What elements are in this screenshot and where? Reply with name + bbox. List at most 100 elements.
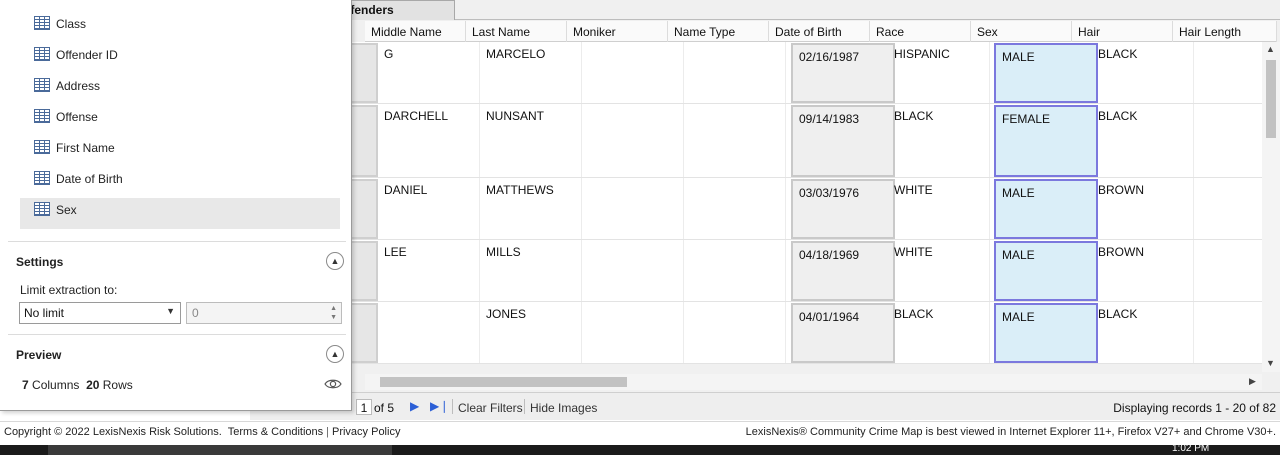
- cell-moniker[interactable]: [582, 104, 684, 177]
- cell-last[interactable]: JONES: [480, 302, 582, 363]
- page-number-input[interactable]: 1: [356, 399, 372, 415]
- cell-moniker[interactable]: [582, 302, 684, 363]
- field-item[interactable]: First Name: [20, 136, 340, 167]
- field-item[interactable]: Offender ID: [20, 43, 340, 74]
- cell-moniker[interactable]: [582, 178, 684, 239]
- table-row[interactable]: DANIEL MATTHEWS 03/03/1976 WHITE MALE BROWN: [352, 178, 1277, 240]
- eye-icon[interactable]: [324, 377, 342, 394]
- cell-race[interactable]: WHITE: [888, 240, 990, 301]
- offender-photo[interactable]: [352, 303, 378, 363]
- table-row[interactable]: LEE MILLS 04/18/1969 WHITE MALE BROWN: [352, 240, 1277, 302]
- cell-moniker[interactable]: [582, 42, 684, 103]
- rows-count: 20: [86, 378, 100, 392]
- offender-photo[interactable]: [352, 105, 378, 177]
- terms-link[interactable]: Terms & Conditions: [228, 426, 323, 438]
- cell-hair[interactable]: BROWN: [1092, 178, 1194, 239]
- horizontal-scroll-thumb[interactable]: [380, 377, 627, 387]
- last-page-icon[interactable]: ▶❘: [430, 399, 449, 413]
- field-label: Offense: [56, 110, 98, 124]
- table-row[interactable]: G MARCELO 02/16/1987 HISPANIC MALE BLACK: [352, 42, 1277, 104]
- clear-filters-button[interactable]: Clear Filters: [458, 401, 523, 415]
- cell-middle[interactable]: [378, 302, 480, 363]
- field-item[interactable]: Date of Birth: [20, 167, 340, 198]
- privacy-link[interactable]: Privacy Policy: [332, 426, 400, 438]
- taskbar-app-button[interactable]: [48, 445, 392, 455]
- cell-dob[interactable]: 04/18/1969: [791, 241, 895, 301]
- collapse-preview-icon[interactable]: ▲: [326, 345, 344, 363]
- cell-hair[interactable]: BLACK: [1092, 104, 1194, 177]
- cell-middle[interactable]: DANIEL: [378, 178, 480, 239]
- limit-number-input[interactable]: 0 ▲ ▼: [186, 302, 342, 324]
- column-header[interactable]: Name Type: [668, 21, 769, 42]
- columns-count: 7: [22, 378, 29, 392]
- rows-word: Rows: [102, 378, 133, 392]
- limit-select[interactable]: No limit ▼: [19, 302, 181, 324]
- grid-pager: 1 of 5 ▶ ▶❘ Clear Filters Hide Images Di…: [250, 392, 1280, 420]
- pager-divider: [452, 399, 453, 414]
- cell-dob[interactable]: 09/14/1983: [791, 105, 895, 177]
- cell-hair[interactable]: BLACK: [1092, 42, 1194, 103]
- scroll-up-icon[interactable]: ▲: [1266, 44, 1275, 54]
- horizontal-scrollbar[interactable]: ▶: [365, 374, 1262, 390]
- offender-photo[interactable]: [352, 179, 378, 239]
- cell-race[interactable]: HISPANIC: [888, 42, 990, 103]
- cell-dob[interactable]: 04/01/1964: [791, 303, 895, 363]
- table-row[interactable]: DARCHELL NUNSANT 09/14/1983 BLACK FEMALE BLAC…: [352, 104, 1277, 178]
- cell-name-type[interactable]: [684, 240, 786, 301]
- cell-name-type[interactable]: [684, 42, 786, 103]
- cell-sex[interactable]: MALE: [994, 179, 1098, 239]
- cell-race[interactable]: BLACK: [888, 302, 990, 363]
- field-label: Date of Birth: [56, 172, 123, 186]
- cell-moniker[interactable]: [582, 240, 684, 301]
- cell-race[interactable]: WHITE: [888, 178, 990, 239]
- hide-images-button[interactable]: Hide Images: [530, 401, 597, 415]
- scroll-down-icon[interactable]: ▼: [1266, 358, 1275, 368]
- page-footer: Copyright © 2022 LexisNexis Risk Solutio…: [0, 421, 1280, 445]
- vertical-scrollbar[interactable]: ▲ ▼: [1262, 42, 1280, 372]
- spinner-icon[interactable]: ▲ ▼: [330, 304, 337, 322]
- cell-last[interactable]: MARCELO: [480, 42, 582, 103]
- cell-last[interactable]: MATTHEWS: [480, 178, 582, 239]
- column-header[interactable]: Sex: [971, 21, 1072, 42]
- cell-dob[interactable]: 03/03/1976: [791, 179, 895, 239]
- column-header[interactable]: Date of Birth: [769, 21, 870, 42]
- column-header[interactable]: Moniker: [567, 21, 668, 42]
- preview-title: Preview: [16, 348, 62, 362]
- next-page-icon[interactable]: ▶: [410, 399, 419, 413]
- scroll-right-icon[interactable]: ▶: [1249, 376, 1256, 387]
- cell-name-type[interactable]: [684, 104, 786, 177]
- field-item[interactable]: Offense: [20, 105, 340, 136]
- cell-name-type[interactable]: [684, 302, 786, 363]
- column-header[interactable]: Hair Length: [1173, 21, 1277, 42]
- vertical-scroll-thumb[interactable]: [1266, 60, 1276, 138]
- offender-photo[interactable]: [352, 241, 378, 301]
- cell-middle[interactable]: DARCHELL: [378, 104, 480, 177]
- cell-hair[interactable]: BROWN: [1092, 240, 1194, 301]
- column-header[interactable]: Hair: [1072, 21, 1173, 42]
- cell-race[interactable]: BLACK: [888, 104, 990, 177]
- cell-middle[interactable]: LEE: [378, 240, 480, 301]
- settings-title: Settings: [16, 255, 64, 269]
- cell-sex[interactable]: MALE: [994, 43, 1098, 103]
- cell-hair[interactable]: BLACK: [1092, 302, 1194, 363]
- cell-dob[interactable]: 02/16/1987: [791, 43, 895, 103]
- offender-photo[interactable]: [352, 43, 378, 103]
- column-icon: [34, 78, 50, 92]
- field-item[interactable]: Sex: [20, 198, 340, 229]
- field-item[interactable]: Address: [20, 74, 340, 105]
- cell-last[interactable]: MILLS: [480, 240, 582, 301]
- column-header[interactable]: Middle Name: [365, 21, 466, 42]
- columns-word: Columns: [32, 378, 80, 392]
- cell-sex[interactable]: MALE: [994, 303, 1098, 363]
- cell-middle[interactable]: G: [378, 42, 480, 103]
- column-header[interactable]: Race: [870, 21, 971, 42]
- cell-sex[interactable]: MALE: [994, 241, 1098, 301]
- column-header[interactable]: Last Name: [466, 21, 567, 42]
- cell-sex[interactable]: FEMALE: [994, 105, 1098, 177]
- cell-last[interactable]: NUNSANT: [480, 104, 582, 177]
- field-item[interactable]: Class: [20, 12, 340, 43]
- cell-name-type[interactable]: [684, 178, 786, 239]
- field-label: Sex: [56, 203, 77, 217]
- table-row[interactable]: JONES 04/01/1964 BLACK MALE BLACK: [352, 302, 1277, 364]
- collapse-settings-icon[interactable]: ▲: [326, 252, 344, 270]
